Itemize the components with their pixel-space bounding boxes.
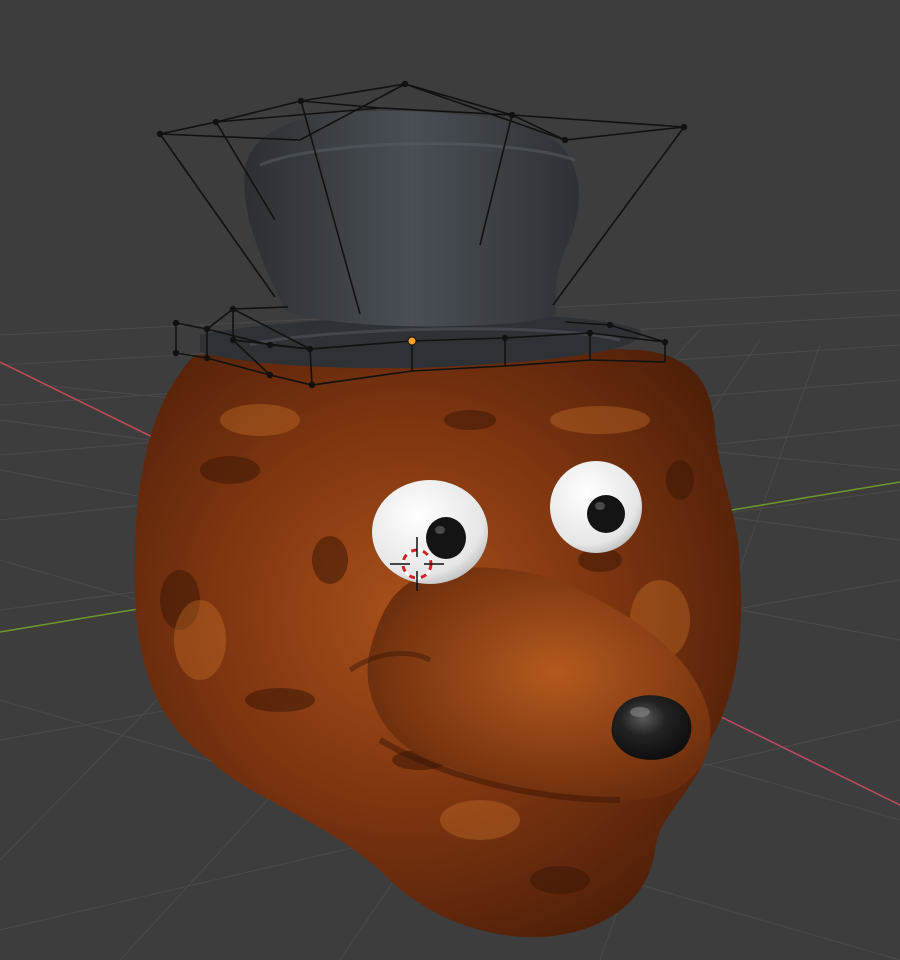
right-pupil: [587, 495, 625, 533]
left-pupil: [426, 517, 466, 559]
nose[interactable]: [611, 695, 692, 760]
viewport-canvas[interactable]: [0, 0, 900, 960]
3d-viewport[interactable]: [0, 0, 900, 960]
active-lattice-vertex[interactable]: [407, 336, 417, 346]
